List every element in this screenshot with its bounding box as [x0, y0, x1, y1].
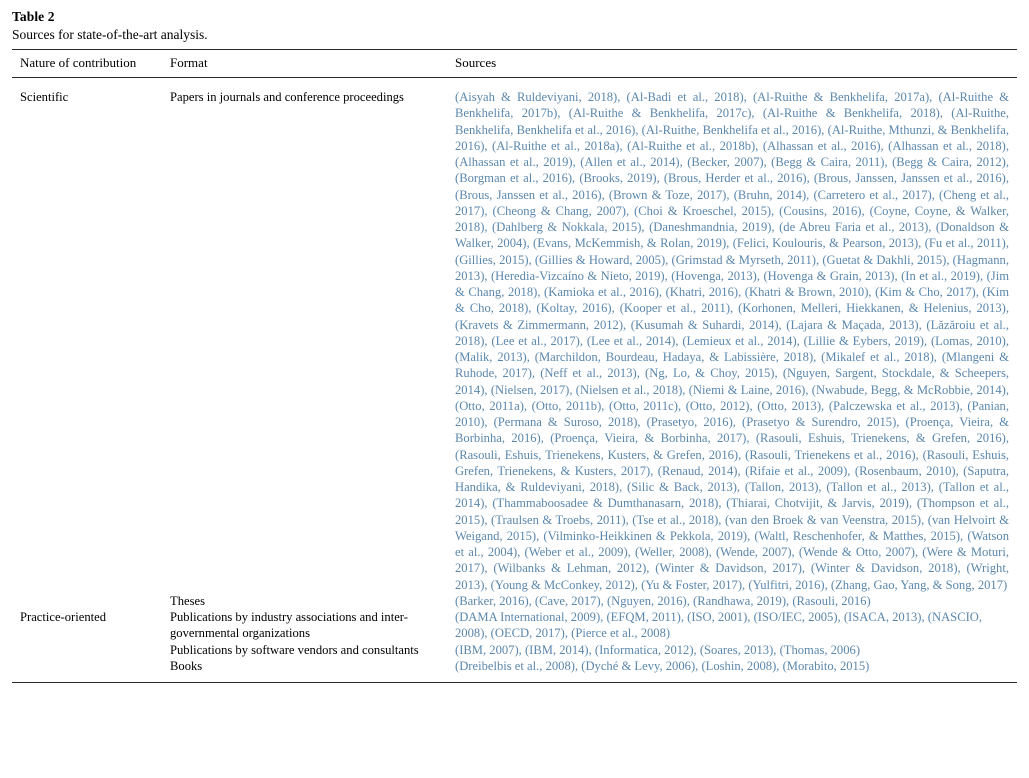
table-row: Scientific Papers in journals and confer… — [12, 78, 1017, 593]
table-row: Practice-oriented Publications by indust… — [12, 609, 1017, 642]
cell-sources: (Barker, 2016), (Cave, 2017), (Nguyen, 2… — [455, 593, 871, 608]
table-caption: Table 2 Sources for state-of-the-art ana… — [12, 8, 1017, 43]
table-header-row: Nature of contribution Format Sources — [12, 49, 1017, 78]
table-page: Table 2 Sources for state-of-the-art ana… — [0, 0, 1029, 778]
column-header-nature: Nature of contribution — [12, 49, 162, 78]
cell-format: Publications by industry associations an… — [170, 610, 408, 641]
cell-format: Theses — [170, 593, 205, 608]
cell-format: Papers in journals and conference procee… — [170, 90, 404, 104]
table-row: Books (Dreibelbis et al., 2008), (Dyché … — [12, 658, 1017, 674]
table-caption-label: Table 2 — [12, 9, 55, 24]
cell-nature — [12, 593, 162, 609]
cell-nature: Scientific — [20, 90, 69, 104]
cell-nature — [12, 658, 162, 674]
column-header-format: Format — [162, 49, 447, 78]
sources-table: Nature of contribution Format Sources Sc… — [12, 49, 1017, 674]
cell-sources: (DAMA International, 2009), (EFQM, 2011)… — [455, 610, 983, 641]
cell-nature — [12, 642, 162, 658]
cell-format: Books — [170, 658, 203, 673]
cell-sources: (IBM, 2007), (IBM, 2014), (Informatica, … — [455, 642, 861, 657]
cell-sources: (Dreibelbis et al., 2008), (Dyché & Levy… — [455, 658, 870, 673]
cell-nature: Practice-oriented — [20, 610, 107, 624]
table-row: Publications by software vendors and con… — [12, 642, 1017, 658]
table-bottom-rule — [12, 682, 1017, 683]
table-caption-text: Sources for state-of-the-art analysis. — [12, 27, 208, 42]
cell-format: Publications by software vendors and con… — [170, 642, 419, 657]
column-header-sources: Sources — [447, 49, 1017, 78]
table-head: Nature of contribution Format Sources — [12, 49, 1017, 78]
table-body: Scientific Papers in journals and confer… — [12, 78, 1017, 675]
table-row: Theses (Barker, 2016), (Cave, 2017), (Ng… — [12, 593, 1017, 609]
cell-sources: (Aisyah & Ruldeviyani, 2018), (Al-Badi e… — [455, 90, 1009, 592]
